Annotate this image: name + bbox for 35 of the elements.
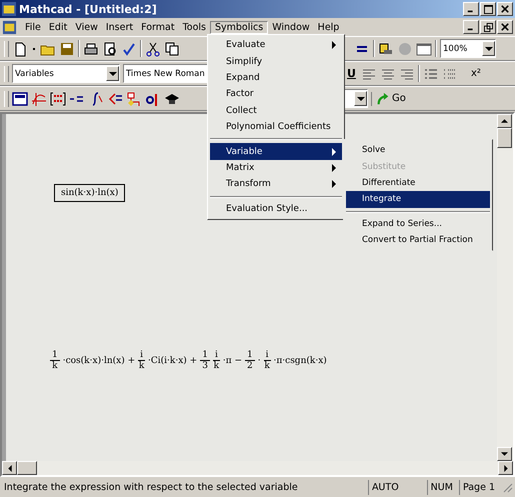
menu-item[interactable]: Solve bbox=[346, 142, 490, 158]
menu-item[interactable]: View bbox=[71, 20, 102, 34]
menu-item[interactable]: Edit bbox=[44, 20, 72, 34]
zoom-dropdown[interactable]: 100% bbox=[440, 39, 496, 58]
menu-item[interactable]: Expand to Series... bbox=[346, 216, 490, 232]
menu-item[interactable]: File bbox=[21, 20, 45, 34]
menu-item[interactable]: Insert bbox=[102, 20, 138, 34]
menu-item[interactable]: Differentiate bbox=[346, 174, 490, 192]
go-button[interactable]: Go bbox=[371, 92, 408, 106]
num-lock-indicator: NUM bbox=[426, 480, 456, 494]
menu-item[interactable]: Factor bbox=[210, 86, 342, 103]
menu-item[interactable]: Expand bbox=[210, 70, 342, 86]
menu-item[interactable]: Collect bbox=[210, 102, 342, 119]
window-title: Mathcad - [Untitled:2] bbox=[19, 2, 158, 16]
page-number: Page 1 bbox=[458, 480, 498, 494]
menu-item[interactable]: Simplify bbox=[210, 53, 342, 70]
menu-item[interactable]: Matrix bbox=[210, 160, 342, 176]
menu-item[interactable]: Convert to Partial Fraction bbox=[346, 232, 490, 248]
underline-button[interactable]: U bbox=[345, 67, 358, 80]
menu-item[interactable]: Integrate bbox=[346, 191, 490, 208]
menu-item[interactable]: Help bbox=[314, 20, 344, 34]
menu-item[interactable]: Format bbox=[137, 20, 179, 34]
menu-item[interactable]: Transform bbox=[210, 176, 342, 193]
menu-item[interactable]: Symbolics bbox=[210, 20, 268, 34]
status-message: Integrate the expression with respect to the selected variable bbox=[3, 482, 299, 492]
superscript-button[interactable]: x² bbox=[468, 68, 483, 79]
menu-item[interactable]: Evaluation Style... bbox=[210, 200, 342, 217]
menu-item[interactable]: Polynomial Coefficients bbox=[210, 118, 342, 136]
menu-item[interactable]: Variable bbox=[210, 143, 342, 160]
math-region[interactable]: sin(k·x)·ln(x) bbox=[54, 184, 126, 202]
menu-item[interactable]: Tools bbox=[178, 20, 210, 34]
menu-item[interactable]: Evaluate bbox=[210, 37, 342, 54]
style-dropdown[interactable]: Variables bbox=[12, 64, 120, 83]
menu-item[interactable]: Window bbox=[268, 20, 314, 34]
calc-mode: AUTO bbox=[368, 480, 402, 494]
